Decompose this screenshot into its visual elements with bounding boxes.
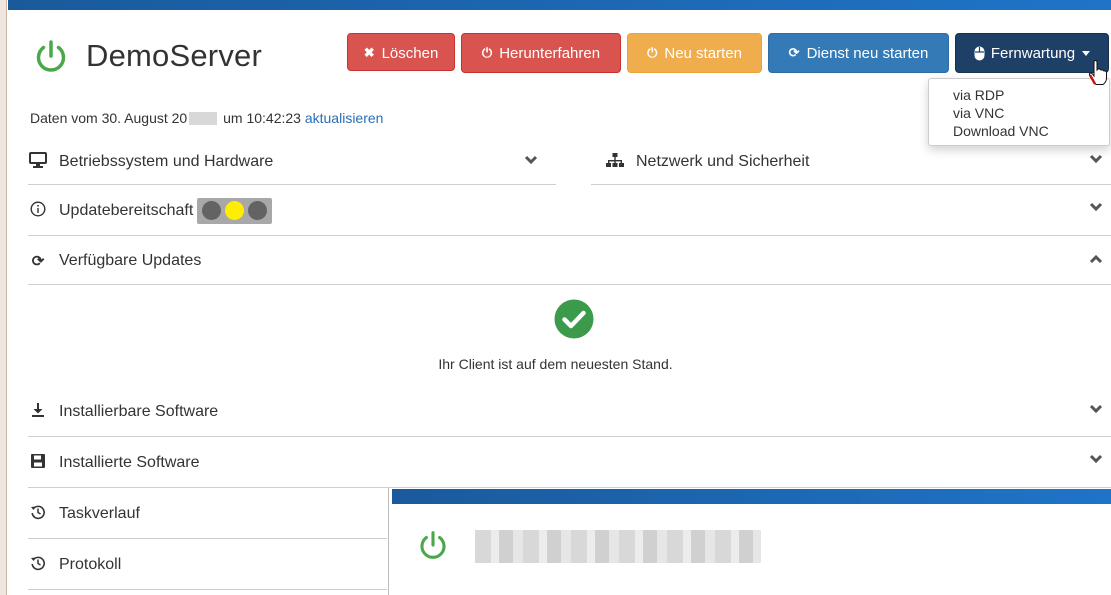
remote-maintenance-menu: via RDP via VNC Download VNC [928, 78, 1110, 146]
section-installable-software[interactable]: Installierbare Software [28, 387, 1111, 437]
delete-label: Löschen [381, 45, 439, 62]
monitor-icon [28, 152, 48, 172]
data-timestamp-prefix: Daten vom 30. August 20 [30, 110, 188, 126]
section-task-history[interactable]: Taskverlauf [28, 489, 387, 539]
menu-item-via-rdp[interactable]: via RDP [929, 86, 1109, 104]
section-installable-software-label: Installierbare Software [59, 402, 219, 420]
section-available-updates-label: Verfügbare Updates [59, 251, 202, 269]
remote-maintenance-button[interactable]: Fernwartung [955, 33, 1109, 73]
power-icon: ⏻ [481, 45, 493, 60]
redacted-title [475, 530, 761, 563]
traffic-light-yellow [225, 201, 245, 220]
download-icon [28, 402, 48, 422]
delete-button[interactable]: ✖ Löschen [347, 33, 455, 71]
section-network-security-label: Netzwerk und Sicherheit [636, 153, 810, 170]
traffic-light-off [248, 201, 268, 220]
restart-button[interactable]: ⏻ Neu starten [627, 33, 762, 73]
power-icon [36, 40, 66, 72]
restart-service-button[interactable]: ⟳ Dienst neu starten [768, 33, 949, 73]
section-protocol[interactable]: Protokoll [28, 540, 387, 590]
data-timestamp-line: Daten vom 30. August 20 um 10:42:23 aktu… [30, 110, 383, 126]
chevron-down-icon[interactable] [1089, 452, 1103, 466]
mouse-icon [974, 46, 985, 60]
section-os-hardware-label: Betriebssystem und Hardware [59, 153, 274, 170]
chevron-up-icon[interactable] [1089, 252, 1103, 266]
menu-item-download-vnc[interactable]: Download VNC [929, 122, 1109, 140]
x-icon: ✖ [363, 45, 375, 60]
traffic-light-indicator [197, 197, 273, 224]
data-timestamp-time: um 10:42:23 [223, 110, 301, 126]
section-installed-software-label: Installierte Software [59, 453, 200, 471]
section-installed-software[interactable]: Installierte Software [28, 438, 1111, 488]
info-icon [28, 200, 48, 221]
chevron-down-icon[interactable] [1089, 200, 1103, 214]
section-network-security[interactable]: Netzwerk und Sicherheit [591, 140, 1111, 185]
chevron-down-icon[interactable] [1089, 152, 1103, 166]
section-protocol-label: Protokoll [59, 555, 122, 573]
page-title: DemoServer [86, 38, 262, 73]
chevron-down-icon[interactable] [524, 153, 538, 167]
traffic-light-off [202, 201, 222, 220]
network-icon [605, 152, 625, 172]
restart-label: Neu starten [664, 44, 742, 62]
shutdown-label: Herunterfahren [499, 44, 601, 62]
redacted-year [189, 112, 218, 125]
restart-service-label: Dienst neu starten [806, 44, 929, 62]
save-icon [28, 453, 48, 472]
menu-item-via-vnc[interactable]: via VNC [929, 104, 1109, 122]
history-icon [28, 504, 48, 524]
overlay-window-accent-bar [392, 489, 1111, 504]
refresh-icon: ⟳ [31, 252, 45, 270]
top-accent-bar [8, 0, 1111, 10]
remote-maintenance-label: Fernwartung [990, 44, 1076, 62]
check-circle-icon [554, 299, 594, 339]
window-edge [0, 0, 7, 595]
hand-cursor-icon [1088, 60, 1107, 85]
power-icon [420, 531, 446, 559]
section-available-updates[interactable]: ⟳ Verfügbare Updates [28, 237, 1111, 285]
refresh-icon: ⟳ [788, 45, 800, 60]
updates-status-text: Ihr Client ist auf dem neuesten Stand. [438, 356, 673, 372]
section-os-hardware[interactable]: Betriebssystem und Hardware [28, 140, 556, 185]
shutdown-button[interactable]: ⏻ Herunterfahren [461, 33, 621, 73]
page-header: DemoServer [34, 38, 262, 74]
section-update-readiness[interactable]: Updatebereitschaft [28, 186, 1111, 236]
history-icon [28, 555, 48, 575]
chevron-down-icon[interactable] [1089, 402, 1103, 416]
section-task-history-label: Taskverlauf [59, 504, 140, 522]
chevron-down-icon [1082, 50, 1091, 56]
section-update-readiness-label: Updatebereitschaft [59, 201, 194, 219]
refresh-link[interactable]: aktualisieren [305, 110, 384, 126]
power-icon: ⏻ [647, 45, 658, 60]
